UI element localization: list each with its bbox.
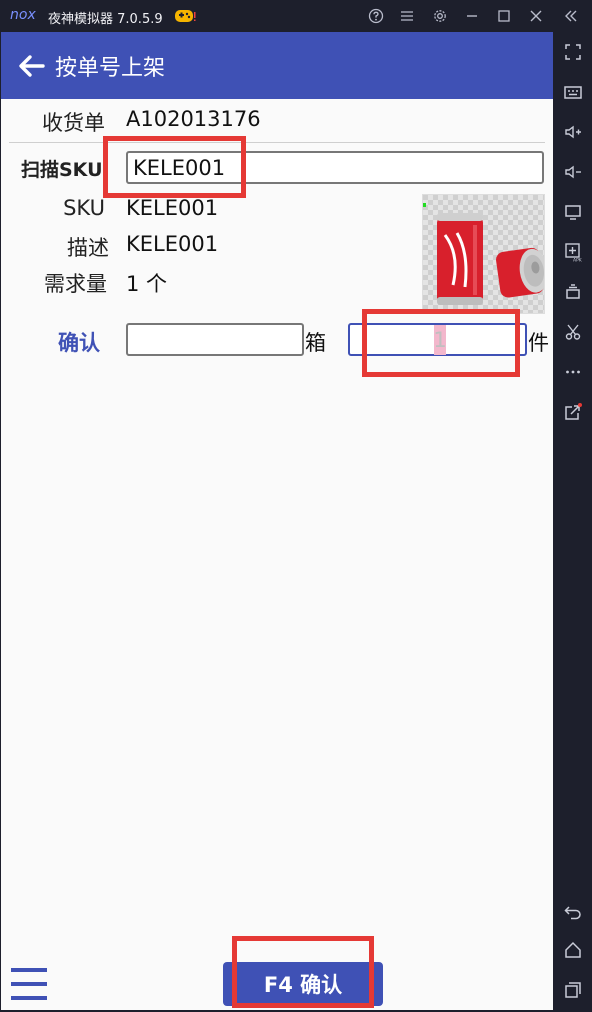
description-value: KELE001 <box>126 232 219 256</box>
demand-value: 1 个 <box>126 272 168 296</box>
emulator-titlebar: nox 夜神模拟器 7.0.5.9 <box>0 0 592 32</box>
hamburger-menu-icon[interactable] <box>9 966 49 1002</box>
screen-icon[interactable] <box>561 200 585 224</box>
collapse-icon[interactable] <box>561 6 581 26</box>
help-icon[interactable] <box>366 6 386 26</box>
highlight-box-confirm <box>232 936 374 1008</box>
confirm-label: 确认 <box>58 331 100 355</box>
menu-icon[interactable] <box>397 6 417 26</box>
close-icon[interactable] <box>526 6 546 26</box>
product-image <box>422 194 545 314</box>
emulator-toolbar: APK <box>553 32 592 1012</box>
description-label: 描述 <box>67 236 109 260</box>
volume-up-icon[interactable] <box>561 120 585 144</box>
sku-value: KELE001 <box>126 196 219 220</box>
divider <box>9 142 545 143</box>
keyboard-icon[interactable] <box>561 80 585 104</box>
home-icon[interactable] <box>561 938 585 962</box>
recents-icon[interactable] <box>561 978 585 1002</box>
back-icon[interactable] <box>561 900 585 924</box>
box-quantity-input[interactable] <box>126 323 304 356</box>
receipt-label: 收货单 <box>42 111 105 135</box>
highlight-box-scan <box>103 136 246 198</box>
app-bar: 按单号上架 <box>1 32 553 99</box>
app-screen: 按单号上架 收货单 A102013176 扫描SKU KELE001 SKU K… <box>1 32 553 1010</box>
svg-text:APK: APK <box>573 258 583 263</box>
fullscreen-icon[interactable] <box>561 40 585 64</box>
scissors-icon[interactable] <box>561 320 585 344</box>
emulator-window: nox 夜神模拟器 7.0.5.9 APK 按单号上架 收货单 A1020131… <box>0 0 592 1012</box>
maximize-icon[interactable] <box>494 6 514 26</box>
external-link-icon[interactable] <box>561 400 585 424</box>
volume-down-icon[interactable] <box>561 160 585 184</box>
coca-cola-can-image <box>423 195 544 313</box>
receipt-value: A102013176 <box>126 107 261 131</box>
apk-icon[interactable]: APK <box>561 240 585 264</box>
piece-unit-label: 件 <box>528 331 549 355</box>
page-title: 按单号上架 <box>55 56 166 81</box>
more-icon[interactable] <box>561 360 585 384</box>
gamepad-icon[interactable] <box>174 8 196 24</box>
demand-label: 需求量 <box>44 272 107 296</box>
multi-instance-icon[interactable] <box>561 280 585 304</box>
scan-sku-label: 扫描SKU <box>21 159 103 181</box>
box-unit-label: 箱 <box>305 331 326 355</box>
minimize-icon[interactable] <box>462 6 482 26</box>
highlight-box-quantity <box>362 309 520 377</box>
nox-logo: nox <box>10 7 36 23</box>
sku-label: SKU <box>63 196 105 220</box>
back-arrow-icon[interactable] <box>17 52 45 80</box>
settings-icon[interactable] <box>430 6 450 26</box>
emulator-title: 夜神模拟器 7.0.5.9 <box>48 12 163 27</box>
